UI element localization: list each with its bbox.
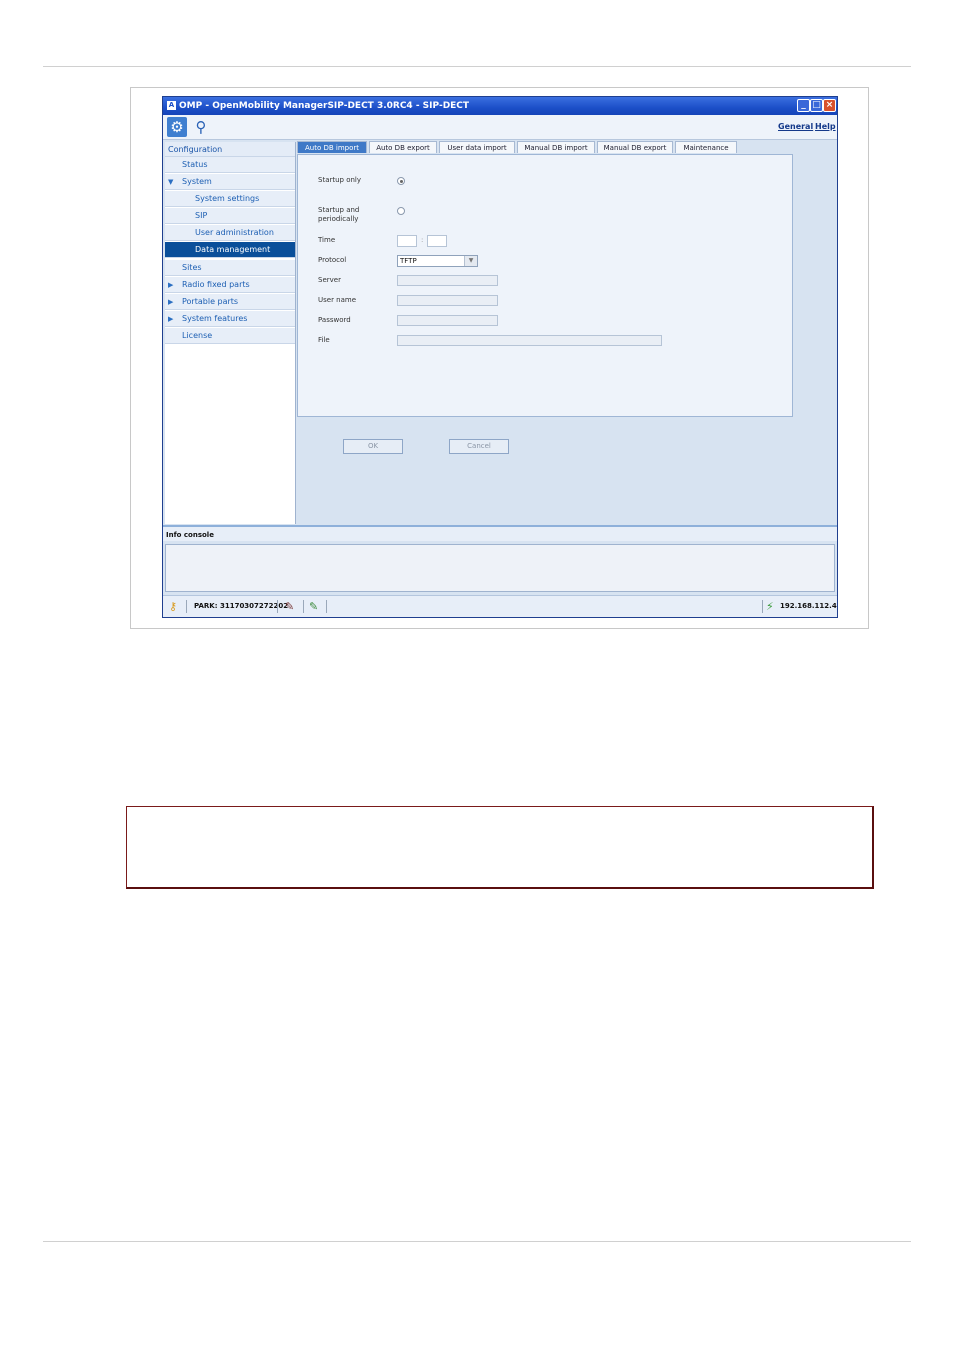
close-icon[interactable]: × [823,99,836,112]
time-hours-input[interactable] [397,235,417,247]
park-number: PARK: 31170307272202 [194,602,289,610]
nav-header-configuration[interactable]: Configuration [165,142,295,157]
toolbar: ⚙ ⚲ General Help [163,115,837,140]
tab-user-data-import[interactable]: User data import [439,141,515,153]
omp-window: A OMP - OpenMobility ManagerSIP-DECT 3.0… [162,96,838,618]
ok-button[interactable]: OK [343,439,403,454]
tab-auto-db-export[interactable]: Auto DB export [369,141,437,153]
file-input[interactable] [397,335,662,346]
page-top-rule [43,66,911,67]
info-console [165,544,835,592]
info-console-header: Info console [163,525,837,541]
tab-auto-db-import[interactable]: Auto DB import [297,141,367,153]
chevron-down-icon[interactable]: ▼ [464,256,477,266]
sidebar-item-system[interactable]: ▼ System [165,174,295,190]
startup-periodically-radio[interactable] [397,207,405,215]
sidebar-item-data-management[interactable]: Data management [165,242,295,258]
sidebar-item-label: Data management [195,245,271,254]
gear-icon[interactable]: ⚙ [167,117,187,137]
sidebar-item-label: Status [182,160,208,169]
sidebar-item-label: Portable parts [182,297,239,306]
startup-only-radio[interactable] [397,177,405,185]
triangle-right-icon: ▶ [168,315,174,323]
sidebar-item-label: SIP [195,211,208,220]
status-separator [762,600,763,613]
tab-manual-db-export[interactable]: Manual DB export [597,141,673,153]
time-label: Time [318,236,336,244]
password-label: Password [318,316,351,324]
sidebar-item-system-settings[interactable]: System settings [165,191,295,207]
sidebar-item-label: User administration [195,228,274,237]
omp-logo-icon: A [167,101,176,110]
sidebar-item-label: Sites [182,263,202,272]
time-minutes-input[interactable] [427,235,447,247]
search-icon[interactable]: ⚲ [191,117,211,137]
ip-address: 192.168.112.43 [780,602,838,610]
auto-db-import-panel: Startup only Startup and periodically Ti… [297,154,793,417]
sidebar-item-portable-parts[interactable]: ▶ Portable parts [165,294,295,310]
tools-disabled-icon[interactable]: ✎ [285,599,294,614]
startup-periodically-label-line1: Startup and [318,206,360,214]
status-separator [326,600,327,613]
server-input[interactable] [397,275,498,286]
note-box [126,806,874,889]
tools-enabled-icon[interactable]: ✎ [309,599,318,614]
sidebar-nav: Configuration Status ▼ System System set… [165,142,296,524]
status-bar: ⚷ PARK: 31170307272202 ✎ ✎ ⚡ 192.168.112… [163,595,838,617]
startup-periodically-label-line2: periodically [318,215,359,223]
sidebar-item-license[interactable]: License [165,328,295,344]
title-bar[interactable]: A OMP - OpenMobility ManagerSIP-DECT 3.0… [163,97,837,115]
sidebar-item-label: Radio fixed parts [182,280,250,289]
server-label: Server [318,276,341,284]
protocol-value: TFTP [400,257,417,265]
protocol-select[interactable]: TFTP ▼ [397,255,478,267]
window-title: OMP - OpenMobility ManagerSIP-DECT 3.0RC… [179,101,470,111]
protocol-label: Protocol [318,256,347,264]
triangle-right-icon: ▶ [168,281,174,289]
status-separator [277,600,278,613]
sidebar-item-status[interactable]: Status [165,157,295,173]
general-link[interactable]: General [778,122,813,131]
sidebar-item-radio-fixed-parts[interactable]: ▶ Radio fixed parts [165,277,295,293]
status-separator [186,600,187,613]
user-name-input[interactable] [397,295,498,306]
startup-only-label: Startup only [318,176,362,184]
user-name-label: User name [318,296,357,304]
file-label: File [318,336,330,344]
sidebar-item-sites[interactable]: Sites [165,260,295,276]
key-icon: ⚷ [169,600,178,613]
help-link[interactable]: Help [815,122,836,131]
triangle-down-icon: ▼ [168,178,174,186]
time-separator: : [421,236,424,244]
status-separator [303,600,304,613]
password-input[interactable] [397,315,498,326]
tab-maintenance[interactable]: Maintenance [675,141,737,153]
sidebar-item-label: System [182,177,212,186]
page-bottom-rule [43,1241,911,1242]
connection-icon: ⚡ [766,600,774,613]
maximize-icon[interactable]: □ [810,99,823,112]
tab-manual-db-import[interactable]: Manual DB import [517,141,595,153]
sidebar-item-label: System features [182,314,248,323]
sidebar-item-label: System settings [195,194,260,203]
sidebar-item-system-features[interactable]: ▶ System features [165,311,295,327]
minimize-icon[interactable]: _ [797,99,810,112]
triangle-right-icon: ▶ [168,298,174,306]
sidebar-item-sip[interactable]: SIP [165,208,295,224]
sidebar-item-user-administration[interactable]: User administration [165,225,295,241]
cancel-button[interactable]: Cancel [449,439,509,454]
sidebar-item-label: License [182,331,213,340]
